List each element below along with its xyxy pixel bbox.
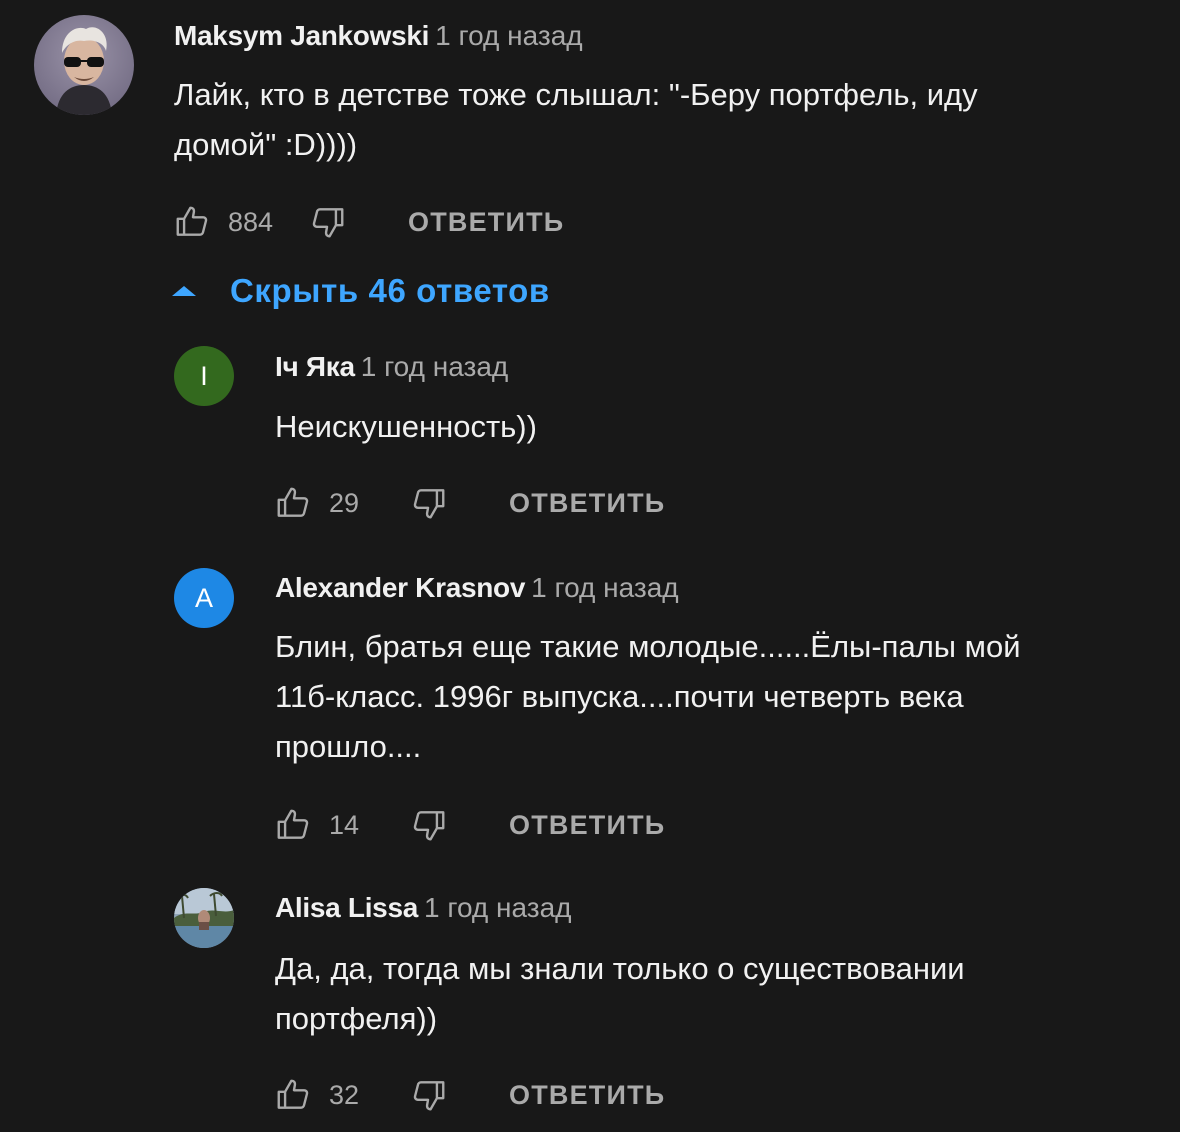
thumbs-up-icon bbox=[277, 809, 309, 839]
author-name[interactable]: Maksym Jankowski bbox=[174, 20, 429, 51]
thumbs-up-icon bbox=[277, 1079, 309, 1109]
thumbs-down-icon bbox=[413, 489, 445, 519]
like-count: 14 bbox=[329, 809, 360, 840]
thumbs-down-icon bbox=[312, 208, 344, 238]
comment-time[interactable]: 1 год назад bbox=[435, 20, 583, 51]
comment-time[interactable]: 1 год назад bbox=[424, 892, 572, 923]
avatar[interactable] bbox=[174, 888, 234, 948]
comment-header: Alisa Lissa 1 год назад bbox=[275, 892, 572, 924]
avatar[interactable]: A bbox=[174, 568, 234, 628]
reply-button[interactable]: ОТВЕТИТЬ bbox=[509, 488, 665, 519]
user-photo-avatar bbox=[34, 15, 134, 115]
comment-text-line: Неискушенность)) bbox=[275, 409, 537, 444]
comment-text: Да, да, тогда мы знали только о существо… bbox=[275, 944, 965, 1044]
dislike-button[interactable] bbox=[409, 805, 449, 845]
author-name[interactable]: Alisa Lissa bbox=[275, 892, 418, 923]
thumbs-down-icon bbox=[413, 1081, 445, 1111]
comment-text-line: прошло.... bbox=[275, 729, 422, 764]
comment-text-line: домой" :D)))) bbox=[174, 127, 358, 162]
caret-up-icon bbox=[172, 286, 196, 296]
like-button[interactable] bbox=[172, 202, 212, 242]
comment-text: Лайк, кто в детстве тоже слышал: "-Беру … bbox=[174, 70, 978, 170]
like-button[interactable] bbox=[273, 805, 313, 845]
avatar[interactable]: I bbox=[174, 346, 234, 406]
comment-actions: 884 ОТВЕТИТЬ bbox=[172, 200, 564, 244]
like-count: 29 bbox=[329, 487, 360, 518]
reply-button[interactable]: ОТВЕТИТЬ bbox=[509, 810, 665, 841]
thumbs-down-icon bbox=[413, 811, 445, 841]
comment-header: Alexander Krasnov 1 год назад bbox=[275, 572, 679, 604]
comments-page: Maksym Jankowski 1 год назад Лайк, кто в … bbox=[0, 0, 1180, 1132]
comment-text: Блин, братья еще такие молодые......Ёлы-… bbox=[275, 622, 1021, 772]
avatar-letter: I bbox=[200, 360, 208, 391]
author-name[interactable]: Alexander Krasnov bbox=[275, 572, 525, 603]
comment-actions: 32 ОТВЕТИТЬ bbox=[273, 1073, 665, 1117]
comment-text-line: Да, да, тогда мы знали только о существо… bbox=[275, 951, 965, 986]
dislike-button[interactable] bbox=[308, 202, 348, 242]
comment-text-line: портфеля)) bbox=[275, 1001, 438, 1036]
dislike-button[interactable] bbox=[409, 1075, 449, 1115]
thumbs-up-icon bbox=[277, 487, 309, 517]
dislike-button[interactable] bbox=[409, 483, 449, 523]
comment-time[interactable]: 1 год назад bbox=[531, 572, 679, 603]
hide-replies-button[interactable]: Скрыть 46 ответов bbox=[170, 272, 550, 310]
comment-text-line: Блин, братья еще такие молодые......Ёлы-… bbox=[275, 629, 1021, 664]
reply-button[interactable]: ОТВЕТИТЬ bbox=[509, 1080, 665, 1111]
author-name[interactable]: Іч Яка bbox=[275, 351, 355, 382]
comment-text-line: Лайк, кто в детстве тоже слышал: "-Беру … bbox=[174, 77, 978, 112]
comment-text-line: 11б-класс. 1996г выпуска....почти четвер… bbox=[275, 679, 964, 714]
comment-time[interactable]: 1 год назад bbox=[361, 351, 509, 382]
like-count: 32 bbox=[329, 1079, 360, 1110]
user-photo-avatar bbox=[174, 888, 234, 948]
comment-text: Неискушенность)) bbox=[275, 402, 537, 452]
like-count: 884 bbox=[228, 206, 274, 237]
reply-button[interactable]: ОТВЕТИТЬ bbox=[408, 207, 564, 238]
avatar[interactable] bbox=[34, 15, 134, 115]
avatar-letter: A bbox=[194, 582, 213, 613]
comment-actions: 29 ОТВЕТИТЬ bbox=[273, 481, 665, 525]
comment-actions: 14 ОТВЕТИТЬ bbox=[273, 803, 665, 847]
thumbs-up-icon bbox=[176, 206, 208, 236]
comment-header: Maksym Jankowski 1 год назад bbox=[174, 20, 583, 52]
like-button[interactable] bbox=[273, 483, 313, 523]
comment-header: Іч Яка 1 год назад bbox=[275, 351, 508, 383]
hide-replies-label: Скрыть 46 ответов bbox=[230, 272, 550, 309]
like-button[interactable] bbox=[273, 1075, 313, 1115]
